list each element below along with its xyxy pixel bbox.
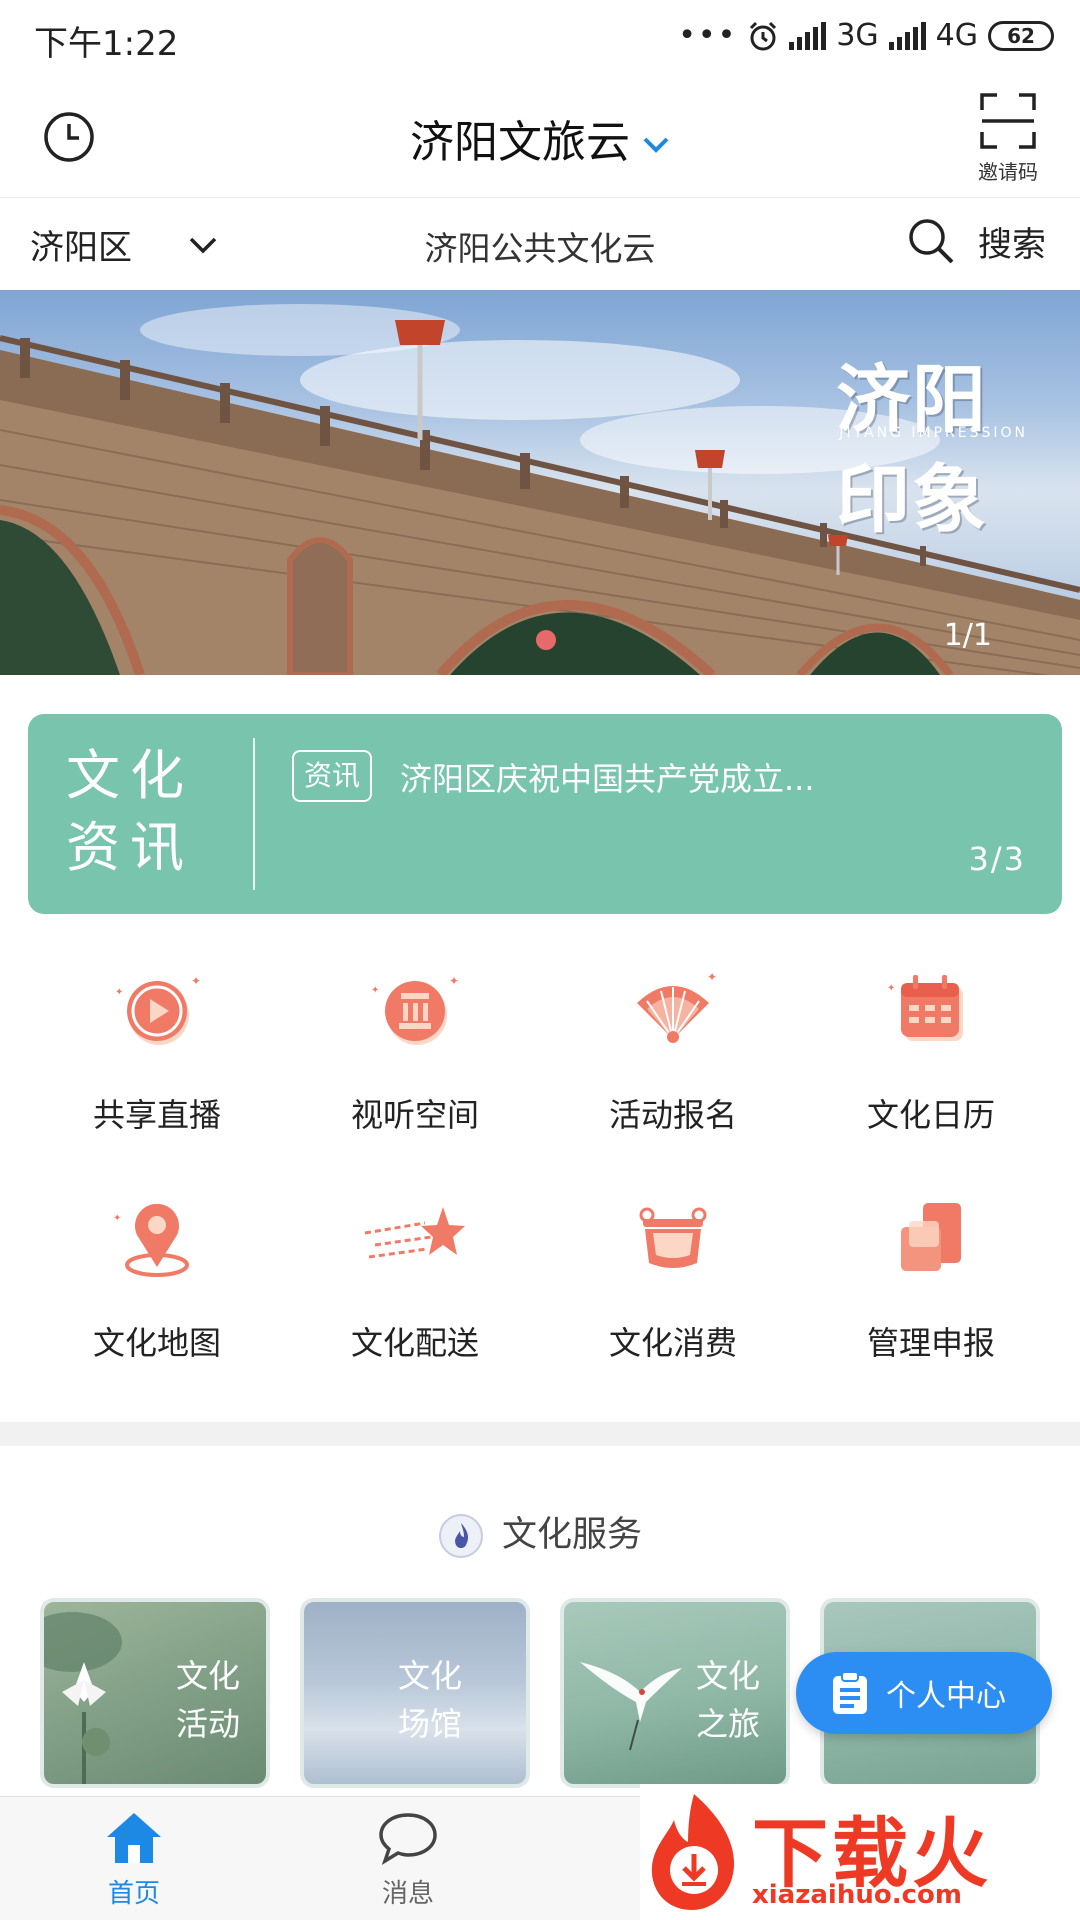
svg-text:✦: ✦ bbox=[115, 987, 123, 998]
play-icon: ✦✦ bbox=[115, 974, 201, 1045]
bowl-icon bbox=[639, 1207, 707, 1268]
chevron-down-icon bbox=[643, 137, 669, 153]
quick-item-activity-signup[interactable]: ✦ 活动报名 bbox=[538, 955, 808, 1155]
quick-item-label: 共享直播 bbox=[92, 1096, 221, 1134]
culture-service-heading: 文化服务 bbox=[0, 1506, 1080, 1559]
news-logo-line1: 文化 bbox=[66, 744, 194, 807]
service-card-activity[interactable]: 文化 活动 bbox=[40, 1598, 270, 1788]
news-pager: 3/3 bbox=[968, 840, 1026, 878]
status-bar: 下午1:22 ••• 3G 4G 62 bbox=[0, 0, 1080, 76]
calendar-icon: ✦ bbox=[887, 975, 963, 1041]
section-separator bbox=[0, 1422, 1080, 1446]
status-icons: ••• 3G 4G 62 bbox=[678, 18, 1054, 53]
quick-item-label: 活动报名 bbox=[608, 1096, 737, 1134]
more-dots-icon: ••• bbox=[678, 18, 738, 53]
culture-news-card[interactable]: 文化 资讯 资讯 济阳区庆祝中国共产党成立... 3/3 bbox=[28, 714, 1062, 914]
lotus-illustration bbox=[44, 1612, 122, 1784]
personal-center-button[interactable]: 个人中心 bbox=[796, 1652, 1052, 1734]
home-icon bbox=[107, 1813, 161, 1863]
watermark-logo: 下载火 xiazaihuo.com bbox=[640, 1784, 1080, 1920]
signal-icon bbox=[789, 21, 827, 50]
battery-icon: 62 bbox=[988, 20, 1054, 51]
district-selector[interactable]: 济阳区 bbox=[30, 220, 218, 269]
flame-logo-icon bbox=[651, 1794, 735, 1910]
title-bar: 济阳文旅云 邀请码 bbox=[0, 76, 1080, 198]
tab-messages[interactable]: 消息 bbox=[338, 1807, 478, 1910]
svg-text:✦: ✦ bbox=[449, 974, 459, 988]
culture-service-title: 文化服务 bbox=[501, 1515, 642, 1555]
chevron-down-icon bbox=[189, 237, 217, 253]
banner-counter: 1/1 bbox=[943, 618, 992, 653]
map-pin-icon: ✦ bbox=[113, 1203, 189, 1277]
card-line2: 场馆 bbox=[397, 1705, 462, 1743]
card-line2: 活动 bbox=[175, 1705, 240, 1743]
personal-center-label: 个人中心 bbox=[886, 1679, 1006, 1714]
quick-item-culture-delivery[interactable]: 文化配送 bbox=[280, 1183, 550, 1383]
location-bar: 济阳区 济阳公共文化云 搜索 bbox=[0, 198, 1080, 290]
shooting-star-icon bbox=[364, 1207, 465, 1259]
documents-icon bbox=[901, 1203, 961, 1271]
card-line1: 文化 bbox=[695, 1657, 760, 1695]
invite-label: 邀请码 bbox=[978, 160, 1038, 184]
service-card-label: 文化 场馆 bbox=[398, 1652, 462, 1748]
alarm-icon bbox=[750, 21, 777, 50]
status-time: 下午1:22 bbox=[34, 24, 179, 64]
search-button[interactable]: 搜索 bbox=[906, 216, 1046, 266]
quick-item-audio-space[interactable]: ✦ ✦ 视听空间 bbox=[280, 955, 550, 1155]
quick-item-culture-map[interactable]: ✦ 文化地图 bbox=[22, 1183, 292, 1383]
card-line1: 文化 bbox=[175, 1657, 240, 1695]
district-label: 济阳区 bbox=[30, 228, 132, 268]
network-3g: 3G bbox=[836, 18, 879, 53]
invite-code-button[interactable]: 邀请码 bbox=[958, 92, 1058, 185]
service-card-tour[interactable]: 文化 之旅 bbox=[560, 1598, 790, 1788]
svg-text:✦: ✦ bbox=[113, 1213, 121, 1224]
watermark-url: xiazaihuo.com bbox=[752, 1880, 962, 1910]
flame-icon bbox=[438, 1514, 483, 1558]
search-label: 搜索 bbox=[978, 224, 1046, 265]
svg-text:✦: ✦ bbox=[371, 985, 379, 996]
svg-text:✦: ✦ bbox=[191, 974, 201, 988]
service-card-venue[interactable]: 文化 场馆 bbox=[300, 1598, 530, 1788]
app-title-dropdown[interactable]: 济阳文旅云 bbox=[0, 106, 1080, 170]
clipboard-icon bbox=[833, 1671, 867, 1714]
quick-item-label: 视听空间 bbox=[350, 1096, 479, 1134]
news-logo: 文化 资讯 bbox=[66, 740, 194, 884]
tab-home[interactable]: 首页 bbox=[64, 1807, 204, 1910]
quick-item-management-report[interactable]: 管理申报 bbox=[796, 1183, 1066, 1383]
quick-item-culture-calendar[interactable]: ✦ 文化日历 bbox=[796, 955, 1066, 1155]
card-line1: 文化 bbox=[397, 1657, 462, 1695]
banner-subtitle: JIYANG IMPRESSION bbox=[839, 425, 1028, 441]
signal-icon-2 bbox=[888, 21, 926, 50]
quick-item-label: 文化消费 bbox=[608, 1324, 737, 1362]
tab-messages-label: 消息 bbox=[381, 1879, 434, 1909]
quick-item-label: 管理申报 bbox=[866, 1324, 995, 1362]
news-divider bbox=[253, 738, 255, 890]
crane-illustration bbox=[580, 1662, 682, 1751]
banner-carousel[interactable]: 济阳 JIYANG IMPRESSION 印象 1/1 bbox=[0, 290, 1080, 675]
quick-item-live[interactable]: ✦ ✦ 共享直播 bbox=[22, 955, 292, 1155]
service-card-label: 文化 活动 bbox=[176, 1652, 240, 1748]
banner-title-line2: 印象 bbox=[836, 457, 988, 543]
service-card-label: 文化 之旅 bbox=[696, 1652, 760, 1748]
search-icon bbox=[909, 219, 954, 264]
network-4g: 4G bbox=[935, 18, 978, 53]
news-logo-line2: 资讯 bbox=[66, 816, 194, 879]
chat-bubble-icon bbox=[379, 1813, 437, 1866]
audio-space-icon: ✦✦ bbox=[371, 974, 459, 1045]
svg-text:✦: ✦ bbox=[707, 970, 717, 984]
card-line2: 之旅 bbox=[695, 1705, 760, 1743]
quick-item-label: 文化日历 bbox=[866, 1096, 995, 1134]
news-tag: 资讯 bbox=[292, 750, 373, 802]
fan-icon: ✦ bbox=[637, 970, 717, 1043]
quick-item-label: 文化地图 bbox=[92, 1324, 221, 1362]
quick-item-label: 文化配送 bbox=[350, 1324, 479, 1362]
svg-text:✦: ✦ bbox=[887, 983, 895, 994]
scan-icon bbox=[980, 93, 1036, 149]
tab-home-label: 首页 bbox=[107, 1879, 160, 1909]
news-headline[interactable]: 济阳区庆祝中国共产党成立... bbox=[400, 754, 815, 800]
quick-item-culture-consumption[interactable]: 文化消费 bbox=[538, 1183, 808, 1383]
app-title: 济阳文旅云 bbox=[410, 117, 630, 168]
